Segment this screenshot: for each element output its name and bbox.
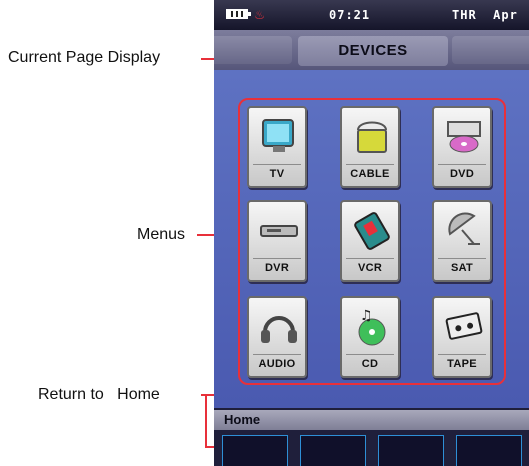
home-label: Home (224, 412, 261, 427)
tile-separator (438, 258, 486, 259)
device-label: TAPE (447, 358, 477, 370)
tile-separator (346, 258, 394, 259)
device-label: CD (361, 358, 379, 370)
device-label: CABLE (350, 168, 390, 180)
vcr-cassette-icon (350, 208, 394, 252)
leader-line-home-b (205, 394, 207, 447)
callout-return-home: Return to Home (38, 386, 160, 403)
device-label: VCR (357, 262, 383, 274)
date-display: THR Apr 06 (452, 8, 518, 22)
device-button-tape[interactable]: TAPE (432, 296, 492, 378)
soft-key-1[interactable] (222, 435, 288, 466)
device-label: AUDIO (258, 358, 296, 370)
bell-icon: ♨ (255, 5, 265, 23)
device-button-sat[interactable]: SAT (432, 200, 492, 282)
battery-icon (226, 9, 251, 19)
tile-separator (253, 258, 301, 259)
tile-separator (346, 164, 394, 165)
soft-key-4[interactable] (456, 435, 522, 466)
clock-time: 07:21 (329, 8, 371, 22)
device-button-dvr[interactable]: DVR (247, 200, 307, 282)
callout-current-page-display: Current Page Display (8, 49, 161, 66)
device-button-vcr[interactable]: VCR (340, 200, 400, 282)
tile-separator (253, 164, 301, 165)
title-tab-left[interactable] (214, 36, 292, 64)
bottom-bar: Home (214, 408, 529, 466)
home-tab[interactable]: Home (214, 410, 529, 430)
device-button-cable[interactable]: CABLE (340, 106, 400, 188)
soft-key-2[interactable] (300, 435, 366, 466)
tile-separator (346, 354, 394, 355)
device-screen: ♨ 07:21 THR Apr 06 DEVICES TV (214, 0, 529, 466)
menu-area: TV CABLE DVD DVR VCR SAT AUDIO ♫ CD TAPE (214, 70, 529, 408)
device-button-tv[interactable]: TV (247, 106, 307, 188)
title-bar: DEVICES (214, 30, 529, 70)
headphones-icon (257, 304, 301, 348)
satellite-dish-icon (442, 208, 486, 252)
cd-music-icon: ♫ (350, 304, 394, 348)
device-button-cd[interactable]: ♫ CD (340, 296, 400, 378)
status-bar: ♨ 07:21 THR Apr 06 (214, 0, 529, 30)
tape-cassette-icon (442, 304, 486, 348)
tile-separator (438, 164, 486, 165)
device-button-audio[interactable]: AUDIO (247, 296, 307, 378)
callout-menus: Menus (137, 226, 186, 243)
device-button-dvd[interactable]: DVD (432, 106, 492, 188)
dvr-icon (257, 208, 301, 252)
soft-key-3[interactable] (378, 435, 444, 466)
cable-box-icon (350, 114, 394, 158)
device-label: DVR (264, 262, 290, 274)
title-tab-right[interactable] (452, 36, 529, 64)
device-label: DVD (449, 168, 475, 180)
tile-separator (438, 354, 486, 355)
device-label: TV (269, 168, 285, 180)
svg-text:♫: ♫ (360, 308, 373, 324)
dvd-player-icon (442, 114, 486, 158)
page-title: DEVICES (298, 36, 448, 66)
device-label: SAT (450, 262, 474, 274)
tile-separator (253, 354, 301, 355)
tv-icon (257, 114, 301, 158)
